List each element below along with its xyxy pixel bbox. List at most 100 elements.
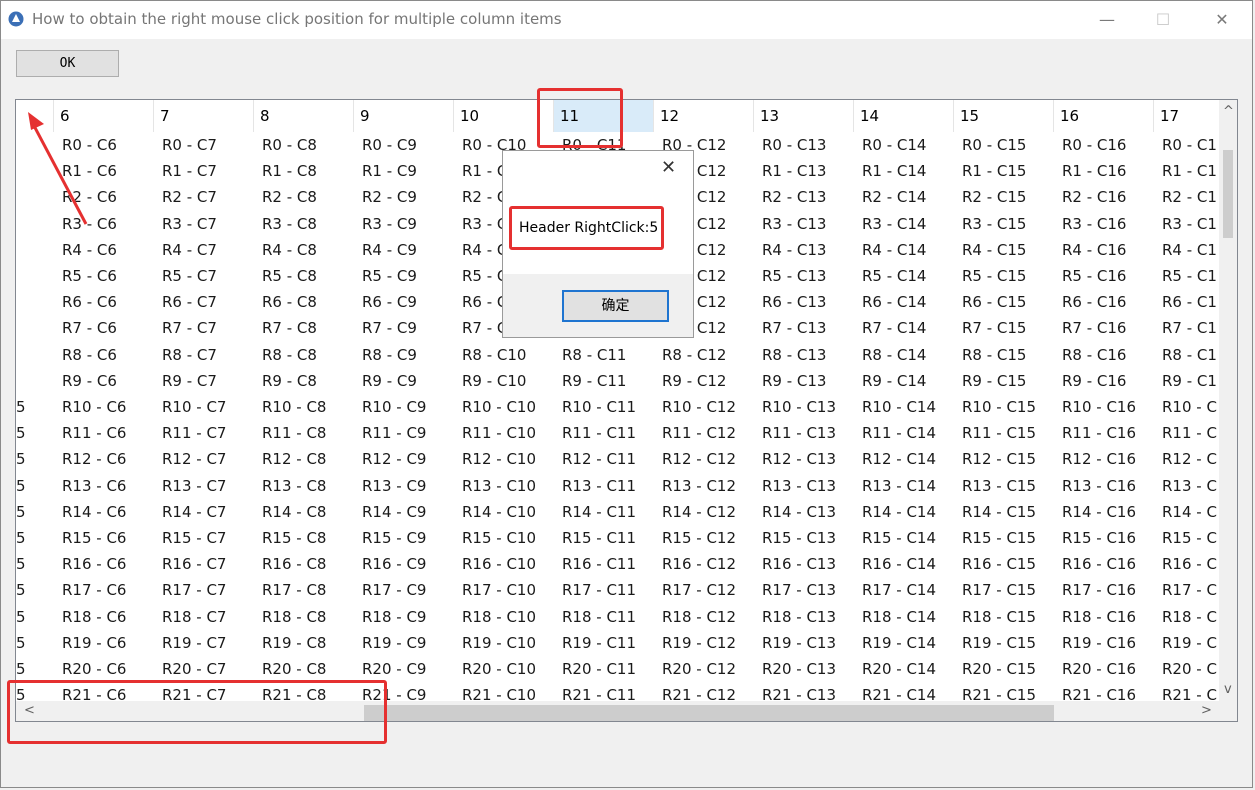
grid-cell[interactable]: R12 - C8 — [262, 446, 326, 472]
grid-cell[interactable]: R2 - C9 — [362, 184, 417, 210]
grid-cell[interactable]: R12 - C9 — [362, 446, 426, 472]
grid-cell[interactable]: R4 - C6 — [62, 237, 117, 263]
grid-cell[interactable]: R15 - C7 — [162, 525, 226, 551]
grid-cell[interactable]: R18 - C6 — [62, 604, 126, 630]
grid-cell[interactable]: R13 - C11 — [562, 473, 636, 499]
grid-cell[interactable]: R0 - C7 — [162, 132, 217, 158]
grid-cell[interactable]: R15 - C13 — [762, 525, 836, 551]
grid-cell[interactable]: R1 - C15 — [962, 158, 1026, 184]
grid-cell[interactable]: R16 - C10 — [462, 551, 536, 577]
grid-cell[interactable]: R19 - C8 — [262, 630, 326, 656]
vertical-scroll-thumb[interactable] — [1223, 150, 1233, 238]
grid-cell[interactable]: R14 - C10 — [462, 499, 536, 525]
grid-cell[interactable]: R20 - C7 — [162, 656, 226, 682]
grid-cell[interactable]: R3 - C1 — [1162, 211, 1217, 237]
grid-cell[interactable]: R15 - C16 — [1062, 525, 1136, 551]
column-header[interactable]: 15 — [954, 100, 1054, 132]
grid-cell[interactable]: R16 - C — [1162, 551, 1217, 577]
grid-cell[interactable]: R16 - C9 — [362, 551, 426, 577]
grid-cell[interactable]: R9 - C7 — [162, 368, 217, 394]
grid-cell[interactable]: R12 - C14 — [862, 446, 936, 472]
grid-cell[interactable]: R10 - C7 — [162, 394, 226, 420]
grid-cell[interactable]: R13 - C — [1162, 473, 1217, 499]
grid-cell[interactable]: R19 - C — [1162, 630, 1217, 656]
grid-cell[interactable]: R1 - C9 — [362, 158, 417, 184]
grid-cell[interactable]: R8 - C16 — [1062, 342, 1126, 368]
grid-cell[interactable]: R8 - C7 — [162, 342, 217, 368]
grid-cell[interactable]: R6 - C9 — [362, 289, 417, 315]
grid-cell[interactable]: R18 - C16 — [1062, 604, 1136, 630]
grid-cell[interactable]: R2 - C14 — [862, 184, 926, 210]
grid-cell[interactable]: R18 - C7 — [162, 604, 226, 630]
grid-cell[interactable]: R8 - C9 — [362, 342, 417, 368]
grid-cell[interactable]: R21 - C11 — [562, 682, 636, 700]
grid-cell[interactable]: R13 - C10 — [462, 473, 536, 499]
grid-cell[interactable]: R9 - C8 — [262, 368, 317, 394]
grid-cell[interactable]: R21 - C12 — [662, 682, 736, 700]
column-header[interactable]: 9 — [354, 100, 454, 132]
grid-cell[interactable]: R12 - C13 — [762, 446, 836, 472]
grid-cell[interactable]: R8 - C6 — [62, 342, 117, 368]
grid-cell[interactable]: R14 - C9 — [362, 499, 426, 525]
grid-cell[interactable]: R3 - C7 — [162, 211, 217, 237]
grid-cell[interactable]: R21 - C15 — [962, 682, 1036, 700]
grid-cell[interactable]: R12 - C11 — [562, 446, 636, 472]
grid-cell[interactable]: R5 - C13 — [762, 263, 826, 289]
grid-cell[interactable]: R1 - C8 — [262, 158, 317, 184]
grid-cell[interactable]: R10 - C10 — [462, 394, 536, 420]
grid-cell[interactable]: R15 - C8 — [262, 525, 326, 551]
grid-cell[interactable]: R16 - C15 — [962, 551, 1036, 577]
grid-cell[interactable]: R0 - C15 — [962, 132, 1026, 158]
grid-cell[interactable]: R18 - C8 — [262, 604, 326, 630]
grid-cell[interactable]: R10 - C13 — [762, 394, 836, 420]
grid-cell[interactable]: R2 - C1 — [1162, 184, 1217, 210]
maximize-button[interactable]: ☐ — [1140, 5, 1186, 35]
grid-cell[interactable]: R8 - C10 — [462, 342, 526, 368]
grid-cell[interactable]: R15 - C11 — [562, 525, 636, 551]
grid-cell[interactable]: R20 - C8 — [262, 656, 326, 682]
grid-cell[interactable]: R15 - C10 — [462, 525, 536, 551]
grid-cell[interactable]: R21 - C14 — [862, 682, 936, 700]
grid-cell[interactable]: R9 - C9 — [362, 368, 417, 394]
grid-cell[interactable]: R15 - C6 — [62, 525, 126, 551]
grid-cell[interactable]: R13 - C14 — [862, 473, 936, 499]
grid-cell[interactable]: R10 - C6 — [62, 394, 126, 420]
grid-cell[interactable]: R14 - C14 — [862, 499, 936, 525]
grid-cell[interactable]: R21 - C — [1162, 682, 1217, 700]
grid-cell[interactable]: R19 - C12 — [662, 630, 736, 656]
grid-cell[interactable]: R21 - C10 — [462, 682, 536, 700]
grid-cell[interactable]: R17 - C8 — [262, 577, 326, 603]
grid-cell[interactable]: R17 - C6 — [62, 577, 126, 603]
grid-cell[interactable]: R15 - C — [1162, 525, 1217, 551]
column-header[interactable]: 12 — [654, 100, 754, 132]
grid-cell[interactable]: R18 - C10 — [462, 604, 536, 630]
grid-cell[interactable]: R3 - C16 — [1062, 211, 1126, 237]
grid-cell[interactable]: R16 - C13 — [762, 551, 836, 577]
grid-cell[interactable]: R10 - C16 — [1062, 394, 1136, 420]
grid-cell[interactable]: R10 - C — [1162, 394, 1217, 420]
grid-cell[interactable]: R11 - C6 — [62, 420, 126, 446]
grid-cell[interactable]: R9 - C10 — [462, 368, 526, 394]
grid-cell[interactable]: R10 - C12 — [662, 394, 736, 420]
grid-cell[interactable]: R1 - C7 — [162, 158, 217, 184]
grid-cell[interactable]: R14 - C16 — [1062, 499, 1136, 525]
ok-button[interactable]: OK — [16, 50, 119, 77]
grid-cell[interactable]: R11 - C16 — [1062, 420, 1136, 446]
grid-cell[interactable]: R9 - C6 — [62, 368, 117, 394]
grid-cell[interactable]: R19 - C10 — [462, 630, 536, 656]
grid-cell[interactable]: R14 - C8 — [262, 499, 326, 525]
grid-cell[interactable]: R7 - C13 — [762, 315, 826, 341]
grid-cell[interactable]: R18 - C — [1162, 604, 1217, 630]
grid-cell[interactable]: R13 - C13 — [762, 473, 836, 499]
column-header[interactable]: 14 — [854, 100, 954, 132]
grid-cell[interactable]: R16 - C12 — [662, 551, 736, 577]
grid-cell[interactable]: R5 - C1 — [1162, 263, 1217, 289]
grid-cell[interactable]: R7 - C8 — [262, 315, 317, 341]
grid-cell[interactable]: R4 - C9 — [362, 237, 417, 263]
grid-cell[interactable]: R12 - C6 — [62, 446, 126, 472]
grid-cell[interactable]: R20 - C13 — [762, 656, 836, 682]
column-header[interactable]: 7 — [154, 100, 254, 132]
horizontal-scroll-thumb[interactable] — [364, 705, 1054, 721]
grid-cell[interactable]: R5 - C6 — [62, 263, 117, 289]
grid-cell[interactable]: R5 - C9 — [362, 263, 417, 289]
